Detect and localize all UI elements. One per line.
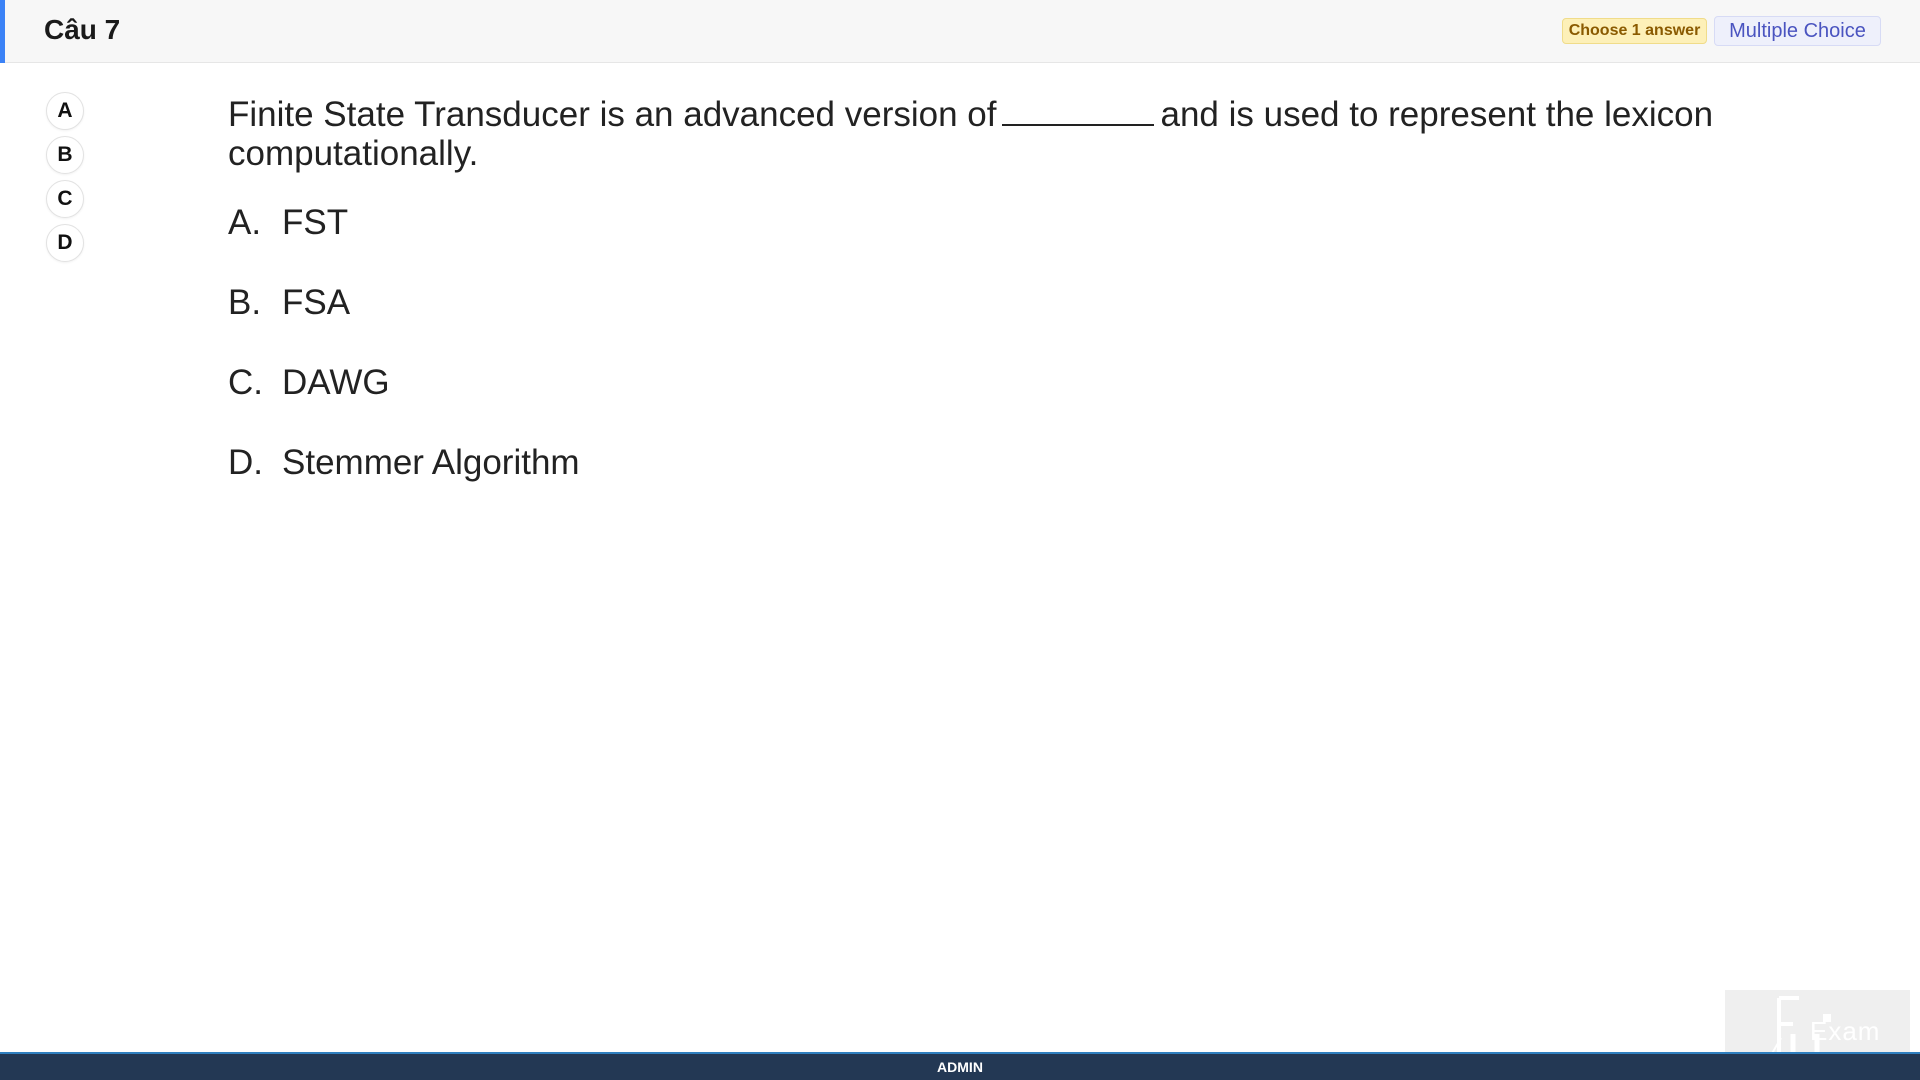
question-number-title: Câu 7 — [44, 14, 121, 45]
choice-button-d[interactable]: D — [46, 224, 84, 262]
footer-user-label: ADMIN — [937, 1059, 983, 1075]
question-header: Câu 7 Choose 1 answer Multiple Choice — [0, 0, 1920, 63]
option-text: DAWG — [282, 363, 390, 402]
question-type-badge: Multiple Choice — [1714, 16, 1881, 46]
answer-choice-buttons: A B C D — [46, 92, 86, 268]
option-c: C. DAWG — [228, 363, 1788, 403]
question-text: Finite State Transducer is an advanced v… — [228, 95, 1788, 173]
option-d: D. Stemmer Algorithm — [228, 443, 1788, 483]
choice-button-c[interactable]: C — [46, 180, 84, 218]
question-text-before: Finite State Transducer is an advanced v… — [228, 95, 997, 134]
choose-count-badge: Choose 1 answer — [1562, 18, 1707, 44]
option-text: Stemmer Algorithm — [282, 443, 580, 482]
watermark-text: Exam — [1810, 1016, 1881, 1046]
option-letter: A. — [228, 203, 262, 242]
option-b: B. FSA — [228, 283, 1788, 323]
option-text: FSA — [282, 283, 351, 322]
header-accent-bar — [0, 0, 5, 63]
option-letter: D. — [228, 443, 263, 482]
question-content: Finite State Transducer is an advanced v… — [228, 95, 1788, 523]
option-letter: B. — [228, 283, 262, 322]
option-list: A. FST B. FSA C. DAWG D. Stemmer Algorithm — [228, 203, 1788, 483]
footer-bar: ADMIN — [0, 1052, 1920, 1080]
choice-button-b[interactable]: B — [46, 136, 84, 174]
option-a: A. FST — [228, 203, 1788, 243]
choice-button-a[interactable]: A — [46, 92, 84, 130]
option-text: FST — [282, 203, 349, 242]
fill-in-blank — [1002, 96, 1155, 126]
option-letter: C. — [228, 363, 263, 402]
